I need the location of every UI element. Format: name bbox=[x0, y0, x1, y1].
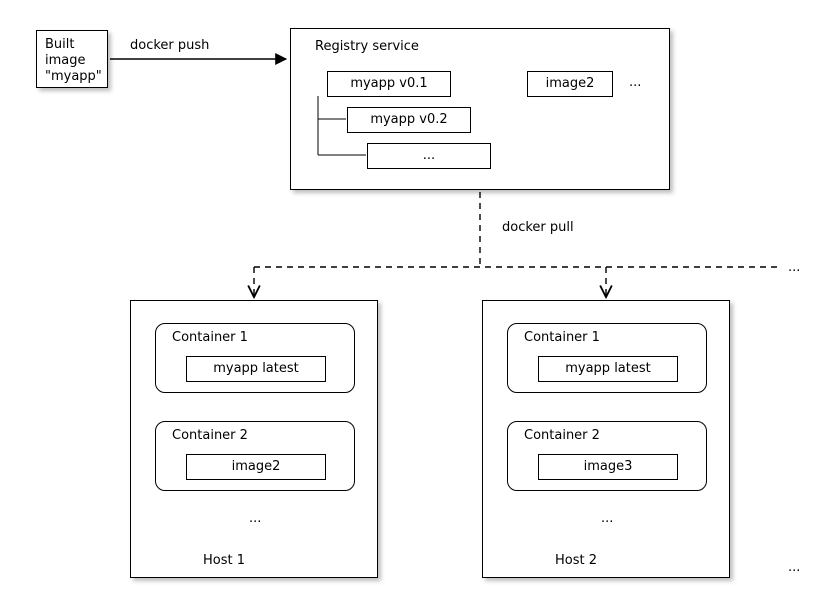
host1-c2-title: Container 2 bbox=[172, 428, 248, 444]
registry-myapp-more: ... bbox=[367, 143, 491, 169]
registry-image2-label: image2 bbox=[528, 76, 612, 92]
host1-container1: Container 1 myapp latest bbox=[155, 323, 355, 393]
registry-more: ... bbox=[629, 75, 641, 91]
host2-container2: Container 2 image3 bbox=[507, 421, 707, 491]
host1-c1-image-label: myapp latest bbox=[187, 361, 325, 377]
diagram-stage: Built image "myapp" docker push Registry… bbox=[0, 0, 830, 616]
registry-box: Registry service myapp v0.1 myapp v0.2 .… bbox=[290, 28, 670, 190]
host1-c1-title: Container 1 bbox=[172, 330, 248, 346]
registry-title: Registry service bbox=[315, 39, 419, 55]
host2-c1-image: myapp latest bbox=[538, 356, 678, 382]
registry-myapp-v01: myapp v0.1 bbox=[327, 71, 451, 97]
host2-title: Host 2 bbox=[555, 553, 597, 569]
host1-c1-image: myapp latest bbox=[186, 356, 326, 382]
host1-title: Host 1 bbox=[203, 553, 245, 569]
docker-push-label: docker push bbox=[130, 38, 209, 54]
host1-container2: Container 2 image2 bbox=[155, 421, 355, 491]
host2-c2-image: image3 bbox=[538, 454, 678, 480]
built-image-box: Built image "myapp" bbox=[36, 30, 108, 88]
host1-box: Container 1 myapp latest Container 2 ima… bbox=[130, 300, 378, 578]
host2-c2-title: Container 2 bbox=[524, 428, 600, 444]
host1-c2-image-label: image2 bbox=[187, 459, 325, 475]
bottom-more: ... bbox=[788, 560, 800, 576]
hosts-more: ... bbox=[788, 260, 800, 276]
registry-myapp-v02: myapp v0.2 bbox=[347, 107, 471, 133]
host2-c1-title: Container 1 bbox=[524, 330, 600, 346]
built-image-line2: image bbox=[45, 53, 86, 69]
host2-c2-image-label: image3 bbox=[539, 459, 677, 475]
host1-more: ... bbox=[249, 511, 261, 527]
built-image-line1: Built bbox=[45, 37, 74, 53]
host2-more: ... bbox=[601, 511, 613, 527]
registry-myapp-more-label: ... bbox=[368, 148, 490, 164]
docker-pull-label: docker pull bbox=[502, 220, 574, 236]
built-image-line3: "myapp" bbox=[45, 69, 102, 85]
registry-myapp-v02-label: myapp v0.2 bbox=[348, 112, 470, 128]
host2-container1: Container 1 myapp latest bbox=[507, 323, 707, 393]
registry-image2: image2 bbox=[527, 71, 613, 97]
host2-c1-image-label: myapp latest bbox=[539, 361, 677, 377]
host1-c2-image: image2 bbox=[186, 454, 326, 480]
host2-box: Container 1 myapp latest Container 2 ima… bbox=[482, 300, 730, 578]
registry-myapp-v01-label: myapp v0.1 bbox=[328, 76, 450, 92]
